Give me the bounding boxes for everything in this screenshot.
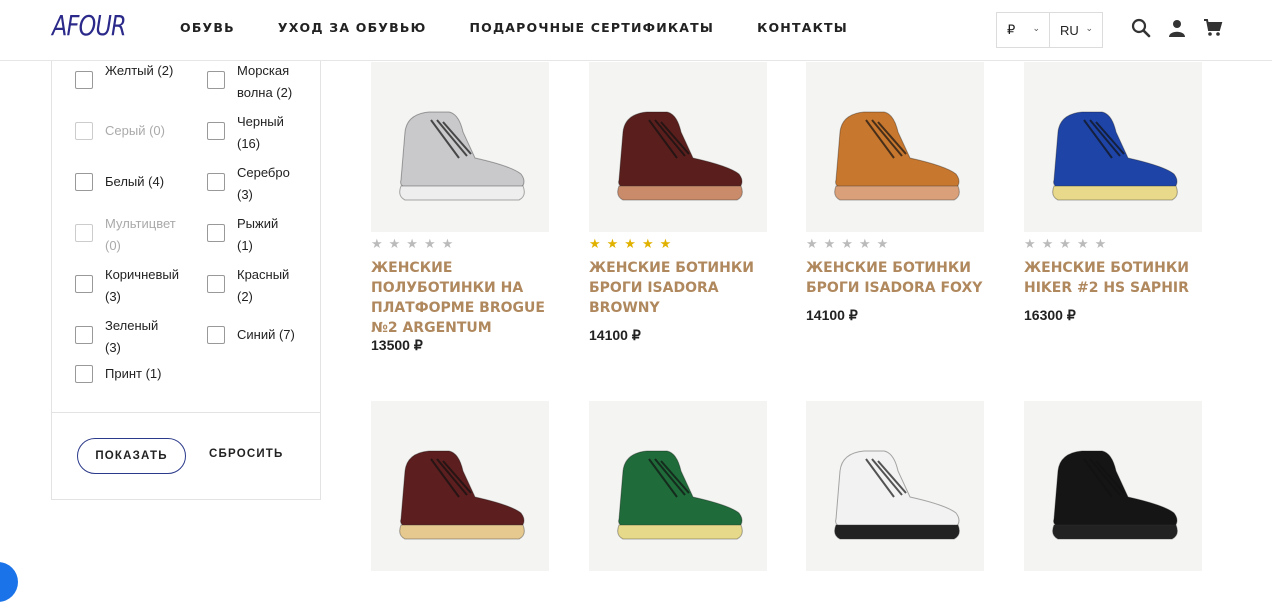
- checkbox[interactable]: [75, 365, 93, 383]
- checkbox[interactable]: [75, 275, 93, 293]
- shoe-illustration: [834, 450, 960, 540]
- chevron-down-icon: ⌄: [1085, 23, 1093, 33]
- checkbox[interactable]: [207, 326, 225, 344]
- shoe-illustration: [617, 111, 743, 201]
- product-title[interactable]: ЖЕНСКИЕ БОТИНКИ БРОГИ ISADORA BROWNY: [589, 258, 767, 318]
- cart-icon[interactable]: [1203, 18, 1225, 40]
- checkbox[interactable]: [207, 122, 225, 140]
- reset-button[interactable]: СБРОСИТЬ: [209, 448, 284, 460]
- filter-label: Зеленый (3): [105, 318, 159, 355]
- nav-item-contacts[interactable]: КОНТАКТЫ: [757, 20, 848, 35]
- filter-label: Серый (0): [105, 123, 165, 138]
- checkbox: [75, 224, 93, 242]
- color-filter-panel: Желтый (2) Морская волна (2) Серый (0) Ч…: [51, 0, 321, 500]
- nav-item-shoe-care[interactable]: УХОД ЗА ОБУВЬЮ: [278, 20, 427, 35]
- rating-stars: ★★★★★: [806, 236, 895, 251]
- chat-widget-button[interactable]: [0, 562, 18, 602]
- checkbox[interactable]: [207, 71, 225, 89]
- product-price: 14100 ₽: [589, 327, 641, 343]
- shoe-illustration: [399, 111, 525, 201]
- nav-item-gift-cards[interactable]: ПОДАРОЧНЫЕ СЕРТИФИКАТЫ: [469, 20, 714, 35]
- product-title[interactable]: ЖЕНСКИЕ ПОЛУБОТИНКИ НА ПЛАТФОРМЕ BROGUE …: [371, 258, 549, 338]
- product-image[interactable]: [1024, 401, 1202, 571]
- shoe-illustration: [399, 450, 525, 540]
- checkbox[interactable]: [75, 173, 93, 191]
- language-select[interactable]: RU ⌄: [1049, 12, 1103, 48]
- currency-value: ₽: [1007, 22, 1016, 37]
- nav-item-shoes[interactable]: ОБУВЬ: [180, 20, 235, 35]
- main-nav: ОБУВЬ УХОД ЗА ОБУВЬЮ ПОДАРОЧНЫЕ СЕРТИФИК…: [180, 20, 891, 35]
- checkbox[interactable]: [207, 224, 225, 242]
- show-button[interactable]: ПОКАЗАТЬ: [77, 438, 186, 474]
- filter-label: Морская волна (2): [237, 63, 293, 100]
- product-image[interactable]: [806, 401, 984, 571]
- checkbox[interactable]: [75, 71, 93, 89]
- shoe-illustration: [617, 450, 743, 540]
- checkbox[interactable]: [207, 275, 225, 293]
- site-header: AFOUR ОБУВЬ УХОД ЗА ОБУВЬЮ ПОДАРОЧНЫЕ СЕ…: [0, 0, 1272, 61]
- filter-label: Синий (7): [237, 327, 295, 342]
- filter-label: Коричневый (3): [105, 267, 179, 304]
- filter-label: Принт (1): [105, 366, 162, 381]
- user-icon[interactable]: [1167, 18, 1189, 40]
- product-image[interactable]: [589, 401, 767, 571]
- filter-label: Желтый (2): [105, 63, 174, 78]
- search-icon[interactable]: [1131, 18, 1153, 40]
- filter-label: Серебро (3): [237, 165, 290, 202]
- filter-label: Белый (4): [105, 174, 165, 189]
- product-image[interactable]: [1024, 62, 1202, 232]
- checkbox[interactable]: [75, 326, 93, 344]
- product-image[interactable]: [371, 401, 549, 571]
- filter-label: Красный (2): [237, 267, 290, 304]
- language-value: RU: [1060, 22, 1079, 38]
- shoe-illustration: [834, 111, 960, 201]
- product-title[interactable]: ЖЕНСКИЕ БОТИНКИ HIKER #2 HS SAPHIR: [1024, 258, 1202, 298]
- filter-label: Мультицвет (0): [105, 216, 176, 253]
- product-price: 16300 ₽: [1024, 307, 1076, 323]
- divider: [52, 412, 320, 413]
- checkbox: [75, 122, 93, 140]
- chevron-down-icon: ⌄: [1032, 23, 1040, 33]
- product-price: 13500 ₽: [371, 337, 423, 353]
- rating-stars: ★★★★★: [589, 236, 678, 251]
- shoe-illustration: [1052, 450, 1178, 540]
- product-image[interactable]: [589, 62, 767, 232]
- filter-label: Черный (16): [237, 114, 284, 151]
- rating-stars: ★★★★★: [1024, 236, 1113, 251]
- currency-select[interactable]: ₽ ⌄: [996, 12, 1050, 48]
- site-logo[interactable]: AFOUR: [52, 9, 127, 42]
- checkbox[interactable]: [207, 173, 225, 191]
- product-title[interactable]: ЖЕНСКИЕ БОТИНКИ БРОГИ ISADORA FOXY: [806, 258, 984, 298]
- filter-label: Рыжий (1): [237, 216, 279, 253]
- product-price: 14100 ₽: [806, 307, 858, 323]
- shoe-illustration: [1052, 111, 1178, 201]
- product-image[interactable]: [806, 62, 984, 232]
- rating-stars: ★★★★★: [371, 236, 460, 251]
- product-image[interactable]: [371, 62, 549, 232]
